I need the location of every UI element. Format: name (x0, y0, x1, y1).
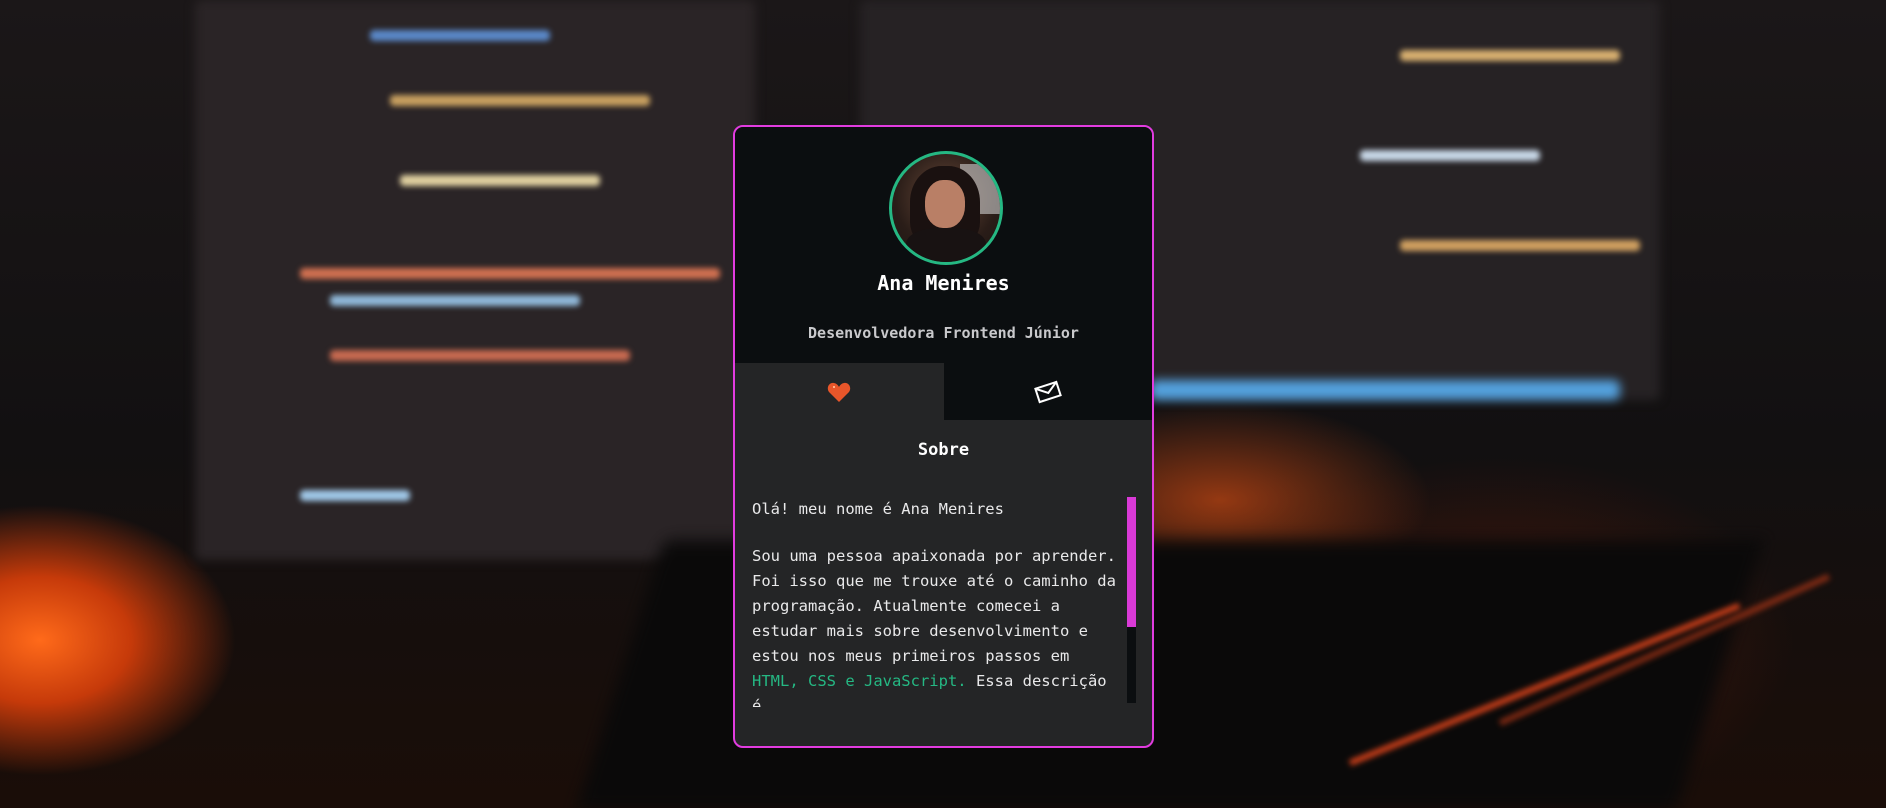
profile-tabs (735, 363, 1152, 420)
about-highlight: HTML, CSS e JavaScript. (752, 672, 967, 690)
tab-about[interactable] (735, 363, 944, 420)
scrollbar-thumb[interactable] (1127, 497, 1136, 627)
avatar (889, 151, 1003, 265)
background-code-line (330, 295, 580, 306)
background-blue-bar (1150, 380, 1620, 400)
envelope-icon (1033, 380, 1062, 404)
background-code-line (390, 95, 650, 106)
scrollbar[interactable] (1127, 497, 1136, 703)
heart-icon (827, 381, 851, 403)
tab-contact[interactable] (943, 363, 1152, 420)
background-code-line (1400, 50, 1620, 61)
about-paragraph-start: Sou uma pessoa apaixonada por aprender. … (752, 547, 1116, 665)
background-code-line (400, 175, 600, 186)
background-code-line (330, 350, 630, 361)
profile-card: Ana Menires Desenvolvedora Frontend Júni… (733, 125, 1154, 748)
profile-name: Ana Menires (877, 271, 1010, 295)
background-code-line (300, 490, 410, 501)
profile-header: Ana Menires Desenvolvedora Frontend Júni… (735, 127, 1152, 363)
about-text: Olá! meu nome é Ana Menires Sou uma pess… (752, 497, 1124, 707)
about-greeting: Olá! meu nome é Ana Menires (752, 500, 1004, 518)
background-code-line (1360, 150, 1540, 161)
profile-role: Desenvolvedora Frontend Júnior (808, 324, 1079, 342)
section-title: Sobre (917, 440, 970, 460)
background-code-line (1400, 240, 1640, 251)
background-code-line (300, 268, 720, 279)
background-monitor-left (195, 0, 755, 560)
background-code-line (370, 30, 550, 41)
about-paragraph: Sou uma pessoa apaixonada por aprender. … (752, 544, 1124, 707)
